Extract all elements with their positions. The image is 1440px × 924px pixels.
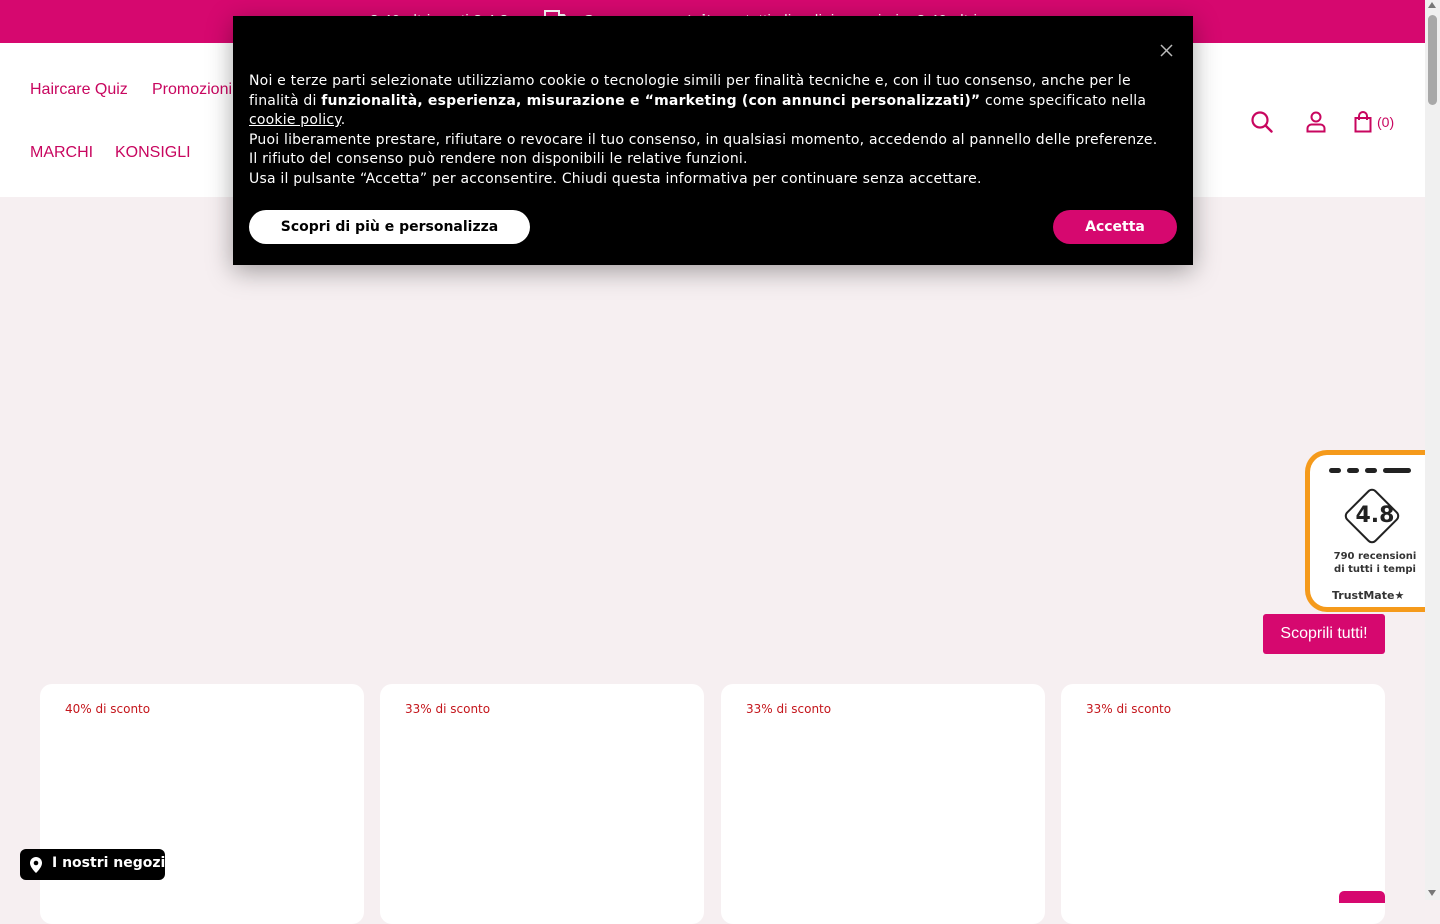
discount-badge: 33% di sconto — [405, 702, 491, 716]
product-card[interactable]: 33% di sconto — [721, 684, 1045, 924]
trustmate-logo: TrustMate★ — [1332, 589, 1404, 602]
floating-action-tab[interactable] — [1339, 891, 1385, 903]
cookie-text-period: . — [340, 112, 346, 128]
location-pin-icon — [29, 856, 43, 878]
rating-dashes — [1329, 468, 1417, 487]
product-card[interactable]: 40% di sconto — [40, 684, 364, 924]
accept-button[interactable]: Accetta — [1053, 210, 1177, 244]
reviews-count: 790 recensioni di tutti i tempi — [1320, 550, 1430, 576]
discount-badge: 33% di sconto — [746, 702, 832, 716]
close-icon[interactable] — [1160, 42, 1173, 61]
cookie-consent-dialog: Noi e terze parti selezionate utilizziam… — [233, 16, 1193, 265]
scroll-thumb[interactable] — [1428, 15, 1437, 105]
cookie-text-accept-hint: Usa il pulsante “Accetta” per acconsenti… — [249, 170, 982, 187]
nav-promozioni[interactable]: Promozioni — [152, 81, 232, 99]
cookie-text: Noi e terze parti selezionate utilizziam… — [249, 72, 1169, 189]
trustmate-logo-text: TrustMate — [1332, 589, 1395, 602]
scroll-down-arrow-icon[interactable] — [1428, 890, 1436, 896]
page-scrollbar[interactable] — [1425, 0, 1440, 900]
rating-score: 4.8 — [1355, 503, 1395, 528]
cookie-text-preferences: Puoi liberamente prestare, rifiutare o r… — [249, 131, 1158, 168]
nav-marchi[interactable]: MARCHI — [30, 144, 93, 162]
star-icon: ★ — [1394, 589, 1405, 602]
account-icon[interactable] — [1306, 111, 1326, 137]
reviews-line-1: 790 recensioni — [1333, 551, 1417, 562]
cookie-text-specified: come specificato nella — [980, 92, 1147, 109]
learn-more-customize-button[interactable]: Scopri di più e personalizza — [249, 210, 530, 244]
discount-badge: 33% di sconto — [1086, 702, 1172, 716]
our-stores-label: I nostri negozi — [52, 855, 166, 871]
cookie-text-purposes: funzionalità, esperienza, misurazione e … — [321, 92, 981, 109]
discover-all-button[interactable]: Scoprili tutti! — [1263, 614, 1385, 654]
product-card[interactable]: 33% di sconto — [1061, 684, 1385, 924]
reviews-line-2: di tutti i tempi — [1334, 564, 1416, 575]
our-stores-button[interactable]: I nostri negozi — [20, 849, 165, 880]
nav-haircare-quiz[interactable]: Haircare Quiz — [30, 81, 128, 99]
discount-badge: 40% di sconto — [65, 702, 151, 716]
scroll-up-arrow-icon[interactable] — [1428, 2, 1436, 8]
cookie-policy-link[interactable]: cookie policy — [249, 112, 341, 128]
product-card[interactable]: 33% di sconto — [380, 684, 704, 924]
shopping-bag-icon[interactable] — [1354, 111, 1372, 137]
search-icon[interactable] — [1251, 111, 1273, 137]
cart-count[interactable]: (0) — [1377, 114, 1394, 130]
nav-konsigli[interactable]: KONSIGLI — [115, 144, 191, 162]
trustmate-widget[interactable]: 4.8 790 recensioni di tutti i tempi Trus… — [1305, 450, 1440, 612]
